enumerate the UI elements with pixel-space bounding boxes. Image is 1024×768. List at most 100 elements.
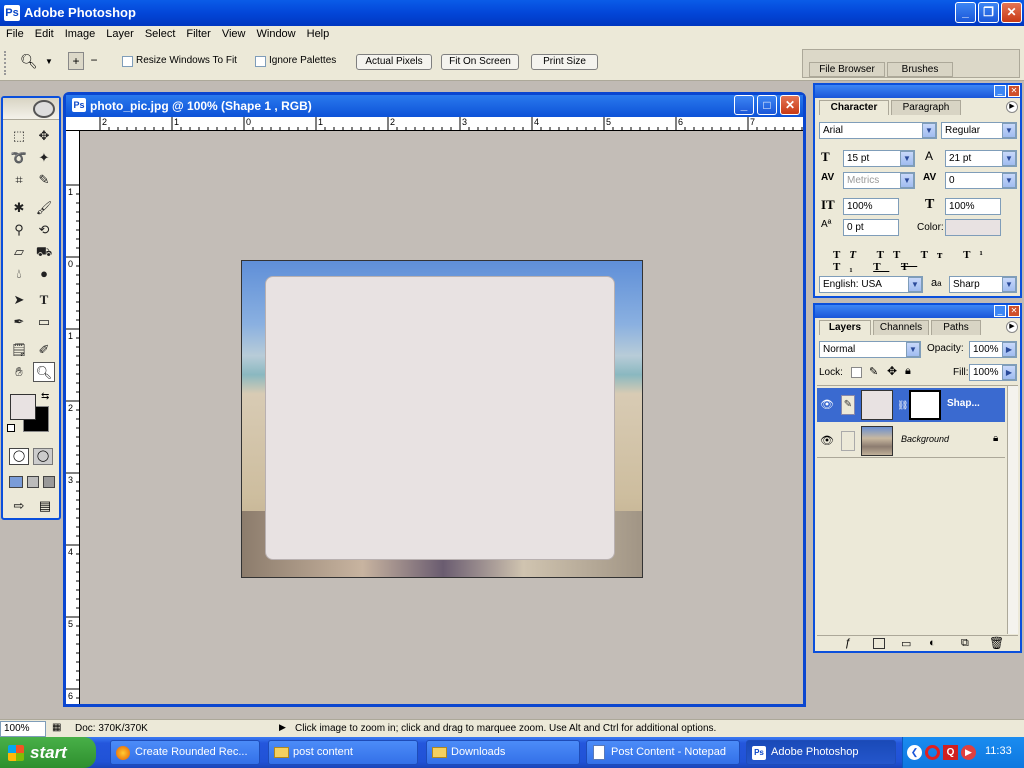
lock-all-icon[interactable]: 🔒︎ [905, 365, 911, 378]
actual-pixels-button[interactable]: Actual Pixels [356, 54, 432, 70]
hand-tool-icon[interactable]: ✋︎ [8, 362, 30, 382]
panel-minimize-icon[interactable]: _ [994, 85, 1006, 97]
leading-field[interactable]: 21 pt ▼ [945, 150, 1017, 167]
panel-menu-arrow-icon[interactable]: ▶ [1006, 101, 1018, 113]
character-panel-header[interactable] [815, 85, 1020, 98]
brush-tool-icon[interactable]: 🖌︎ [33, 198, 55, 218]
doc-maximize-button[interactable]: □ [757, 95, 777, 115]
maximize-button[interactable]: ❐ [978, 2, 999, 23]
panel-minimize-icon[interactable]: _ [994, 305, 1006, 317]
menu-layer[interactable]: Layer [100, 26, 139, 40]
font-size-field[interactable]: 15 pt ▼ [843, 150, 915, 167]
quickmask-mode-icon[interactable]: ◯ [33, 448, 53, 465]
task-notepad[interactable]: Post Content - Notepad [586, 740, 740, 765]
tab-character[interactable]: Character [819, 100, 889, 115]
new-layer-icon[interactable]: ⧉ [961, 637, 969, 650]
chevron-right-icon[interactable]: ▶ [1002, 342, 1016, 357]
layers-scrollbar[interactable] [1007, 386, 1018, 634]
layer-link-slot[interactable] [841, 431, 855, 451]
faux-style-buttons[interactable]: TT TT Tт T¹ T₁ T T [833, 249, 1020, 273]
horizontal-ruler[interactable]: 2 1 0 1 2 3 4 5 6 7 [66, 117, 803, 131]
blur-tool-icon[interactable]: 💧︎ [8, 264, 30, 284]
eye-visibility-icon[interactable]: 👁︎ [820, 398, 834, 411]
screen-mode-full-icon[interactable] [43, 476, 55, 488]
panel-close-icon[interactable]: ✕ [1008, 305, 1020, 317]
tab-paths[interactable]: Paths [931, 320, 981, 335]
layers-panel-header[interactable] [815, 305, 1020, 318]
marquee-tool-icon[interactable]: ⬚ [8, 126, 30, 146]
adjustment-layer-icon[interactable]: ◐ [929, 637, 936, 649]
vertical-ruler[interactable]: 1 0 1 2 3 4 5 6 [66, 131, 80, 704]
fill-field[interactable]: 100% ▶ [969, 364, 1017, 381]
kerning-field[interactable]: Metrics ▼ [843, 172, 915, 189]
tracking-field[interactable]: 0 ▼ [945, 172, 1017, 189]
horizontal-scale-field[interactable]: 100% [945, 198, 1001, 215]
brushes-tab[interactable]: Brushes [887, 62, 953, 77]
panel-close-icon[interactable]: ✕ [1008, 85, 1020, 97]
photo-canvas[interactable] [241, 260, 643, 578]
tray-app-icon[interactable]: Q [943, 745, 958, 760]
clone-stamp-icon[interactable]: ⚲ [8, 220, 30, 240]
task-downloads-folder[interactable]: Downloads [426, 740, 580, 765]
history-brush-icon[interactable]: ⟲ [33, 220, 55, 240]
panel-menu-arrow-icon[interactable]: ▶ [1006, 321, 1018, 333]
tool-preset-dropdown[interactable]: ▼ [45, 57, 53, 66]
zoom-in-icon[interactable]: + [68, 52, 84, 70]
jump-to-imageready-icon[interactable]: ⇨ [9, 498, 29, 514]
opera-icon[interactable] [925, 745, 940, 760]
zoom-level-field[interactable]: 100% [0, 721, 46, 737]
shape-tool-icon[interactable]: ▭ [33, 312, 55, 332]
swap-colors-icon[interactable]: ⇆ [41, 391, 49, 402]
chevron-down-icon[interactable]: ▼ [1002, 123, 1016, 138]
fit-on-screen-button[interactable]: Fit On Screen [441, 54, 519, 70]
chevron-right-icon[interactable]: ▶ [1002, 365, 1016, 380]
dodge-tool-icon[interactable]: ● [33, 264, 55, 284]
lasso-tool-icon[interactable]: ➰ [8, 148, 30, 168]
chevron-down-icon[interactable]: ▼ [1002, 151, 1016, 166]
zoom-tool-icon[interactable]: 🔍︎ [20, 53, 38, 70]
minimize-button[interactable]: _ [955, 2, 976, 23]
chevron-down-icon[interactable]: ▼ [922, 123, 936, 138]
default-colors-icon[interactable] [7, 424, 15, 432]
delete-layer-icon[interactable]: 🗑︎ [989, 636, 1004, 650]
add-mask-icon[interactable] [873, 638, 885, 649]
start-button[interactable]: start [0, 737, 96, 768]
chain-link-icon[interactable]: ⛓︎ [897, 400, 908, 411]
menu-image[interactable]: Image [59, 26, 101, 40]
rounded-rectangle-shape[interactable] [265, 276, 615, 560]
toolbox-header[interactable] [3, 98, 59, 120]
tray-notification-icon[interactable]: ▶ [961, 745, 976, 760]
healing-brush-icon[interactable]: ✱ [8, 198, 30, 218]
task-firefox[interactable]: Create Rounded Rec... [110, 740, 260, 765]
brush-link-icon[interactable]: ✎ [841, 395, 855, 415]
tab-channels[interactable]: Channels [873, 320, 929, 335]
eraser-tool-icon[interactable]: ▱ [8, 242, 30, 262]
lock-transparent-icon[interactable] [851, 367, 862, 378]
screen-mode-standard-icon[interactable] [9, 476, 23, 488]
task-photoshop[interactable]: Ps Adobe Photoshop [746, 740, 896, 765]
zoom-tool-active-icon[interactable]: 🔍︎ [33, 362, 55, 382]
antialias-select[interactable]: Sharp ▼ [949, 276, 1017, 293]
crop-tool-icon[interactable]: ⌗ [8, 170, 30, 190]
file-browser-tab[interactable]: File Browser [809, 62, 885, 77]
magic-wand-icon[interactable]: ✦ [33, 148, 55, 168]
vertical-scale-field[interactable]: 100% [843, 198, 899, 215]
text-color-swatch[interactable] [945, 219, 1001, 236]
menu-filter[interactable]: Filter [180, 26, 215, 40]
layer-style-icon[interactable]: ƒ [845, 637, 851, 649]
lock-image-icon[interactable]: ✎ [869, 365, 878, 378]
doc-minimize-button[interactable]: _ [734, 95, 754, 115]
layer-row[interactable]: 👁︎ Background 🔒︎ [817, 424, 1005, 458]
menu-file[interactable]: File [0, 26, 29, 40]
imageready-icon[interactable]: ▤ [35, 498, 55, 514]
menu-select[interactable]: Select [139, 26, 181, 40]
menu-help[interactable]: Help [301, 26, 335, 40]
zoom-out-icon[interactable]: − [86, 52, 102, 70]
doc-info-icon[interactable]: ▦ [52, 722, 61, 733]
close-button[interactable]: ✕ [1001, 2, 1022, 23]
chevron-down-icon[interactable]: ▼ [1002, 277, 1016, 292]
notes-tool-icon[interactable]: 🗒︎ [8, 340, 30, 360]
path-select-icon[interactable]: ➤ [8, 290, 30, 310]
language-select[interactable]: English: USA ▼ [819, 276, 923, 293]
menu-window[interactable]: Window [251, 26, 301, 40]
